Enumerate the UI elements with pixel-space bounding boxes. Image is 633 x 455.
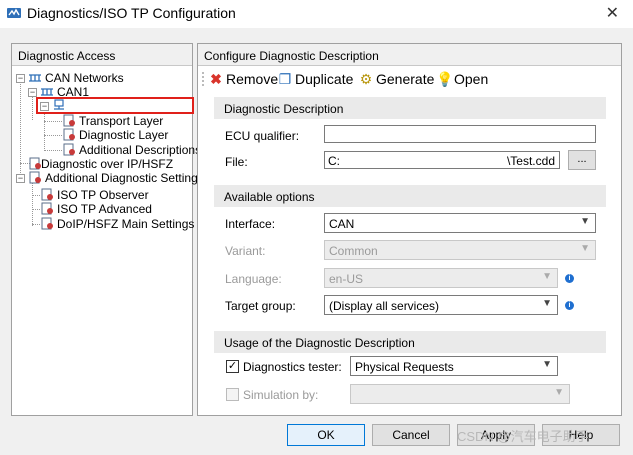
browse-file-button[interactable]: ... — [568, 150, 596, 170]
duplicate-label: Duplicate — [295, 71, 354, 87]
settings-page-icon — [63, 114, 75, 127]
chevron-down-icon: ▼ — [542, 298, 552, 309]
variant-select: Common ▼ — [324, 240, 596, 260]
target-group-value: (Display all services) — [329, 299, 440, 313]
file-path-end: \Test.cdd — [506, 154, 555, 168]
tree-node-diagnostic-layer[interactable]: Diagnostic Layer — [62, 128, 190, 142]
network-icon — [29, 74, 41, 82]
generate-button[interactable]: ⚙ Generate — [358, 71, 435, 88]
diagnostic-access-header: Diagnostic Access — [12, 44, 192, 66]
window-title: Diagnostics/ISO TP Configuration — [27, 5, 236, 21]
settings-page-icon — [41, 217, 53, 230]
collapse-icon[interactable]: − — [28, 88, 37, 97]
chevron-down-icon: ▼ — [554, 387, 564, 398]
duplicate-icon: ❐ — [278, 71, 292, 87]
tree-node-label: Diagnostic over IP/HSFZ — [41, 157, 174, 171]
language-label: Language: — [225, 272, 282, 286]
settings-page-icon — [41, 202, 53, 215]
configure-description-header: Configure Diagnostic Description — [198, 44, 621, 66]
tree-node-diagnostic-over-ip[interactable]: Diagnostic over IP/HSFZ — [28, 157, 192, 171]
language-select: en-US ▼ — [324, 268, 558, 288]
description-toolbar: ✖ Remove ❐ Duplicate ⚙ Generate 💡Open — [198, 67, 621, 91]
target-group-select[interactable]: (Display all services) ▼ — [324, 295, 558, 315]
language-info-icon[interactable]: i — [565, 274, 574, 283]
settings-page-icon — [29, 157, 41, 170]
tree-node-additional-descriptions[interactable]: Additional Descriptions — [62, 143, 201, 157]
cancel-button[interactable]: Cancel — [372, 424, 450, 446]
language-value: en-US — [329, 272, 364, 286]
tree-node-label: Transport Layer — [79, 114, 164, 128]
close-icon[interactable]: ✕ — [606, 3, 619, 23]
open-button[interactable]: 💡Open — [436, 71, 488, 88]
section-usage: Usage of the Diagnostic Description — [214, 331, 606, 353]
tree-node-label: Additional Descriptions — [79, 143, 202, 157]
remove-icon: ✖ — [210, 71, 222, 87]
target-group-label: Target group: — [225, 299, 296, 313]
tree-node-iso-tp-advanced[interactable]: ISO TP Advanced — [40, 202, 190, 216]
tree-node-iso-tp-observer[interactable]: ISO TP Observer — [40, 188, 190, 202]
chevron-down-icon: ▼ — [542, 271, 552, 282]
generate-label: Generate — [376, 71, 435, 87]
tree-node-additional-diagnostic-settings[interactable]: − Additional Diagnostic Settings — [16, 171, 204, 185]
tree-node-label: ISO TP Advanced — [57, 202, 152, 216]
remove-label: Remove — [226, 71, 279, 87]
title-bar: Diagnostics/ISO TP Configuration ✕ — [0, 0, 633, 28]
tree-node-label: DoIP/HSFZ Main Settings — [57, 217, 195, 231]
settings-page-icon — [63, 143, 75, 156]
open-label: Open — [454, 71, 489, 87]
tree-node-doip-hsfz-main-settings[interactable]: DoIP/HSFZ Main Settings — [40, 217, 194, 231]
interface-value: CAN — [329, 217, 355, 231]
configure-description-panel: Configure Diagnostic Description ✖ Remove… — [197, 43, 622, 416]
variant-value: Common — [329, 244, 378, 258]
target-group-info-icon[interactable]: i — [565, 301, 574, 310]
generate-gear-icon: ⚙ — [359, 71, 373, 87]
settings-page-icon — [29, 171, 41, 184]
collapse-icon[interactable]: − — [16, 74, 25, 83]
ecu-qualifier-label: ECU qualifier: — [225, 129, 300, 143]
settings-page-icon — [63, 128, 75, 141]
file-path-input[interactable]: C: \Test.cdd — [324, 151, 560, 169]
simulation-label: Simulation by: — [243, 388, 319, 402]
collapse-icon[interactable]: − — [16, 174, 25, 183]
tree-node-label: CAN Networks — [45, 71, 124, 85]
lightbulb-icon: 💡 — [436, 71, 454, 87]
interface-label: Interface: — [225, 217, 276, 231]
section-available-options: Available options — [214, 185, 606, 207]
simulation-select: ▼ — [350, 384, 570, 404]
tree-node-label: ISO TP Observer — [57, 188, 149, 202]
tree-node-transport-layer[interactable]: Transport Layer — [62, 114, 190, 128]
chevron-down-icon: ▼ — [580, 243, 590, 254]
diagnostics-tester-select[interactable]: Physical Requests ▼ — [350, 356, 558, 376]
csdn-watermark: CSDN @汽车电子助手 — [457, 429, 589, 444]
file-path-start: C: — [328, 154, 340, 168]
chevron-down-icon: ▼ — [580, 216, 590, 227]
remove-button[interactable]: ✖ Remove — [208, 71, 278, 88]
diagnostics-tester-label: Diagnostics tester: — [243, 360, 342, 374]
tree-node-can-networks[interactable]: − CAN Networks — [16, 71, 192, 85]
section-diagnostic-description: Diagnostic Description — [214, 97, 606, 119]
dialog-window: Diagnostics/ISO TP Configuration ✕ Diagn… — [0, 0, 633, 455]
variant-label: Variant: — [225, 244, 266, 258]
ecu-qualifier-input[interactable] — [324, 125, 596, 143]
app-diagnostics-icon — [7, 8, 21, 18]
tree-node-label: Additional Diagnostic Settings — [45, 171, 204, 185]
file-label: File: — [225, 155, 248, 169]
duplicate-button[interactable]: ❐ Duplicate — [277, 71, 354, 88]
diagnostics-tester-value: Physical Requests — [355, 360, 454, 374]
selection-highlight-box — [36, 97, 194, 114]
settings-page-icon — [41, 188, 53, 201]
simulation-checkbox — [226, 388, 239, 401]
ok-button[interactable]: OK — [287, 424, 365, 446]
chevron-down-icon: ▼ — [542, 359, 552, 370]
diagnostics-tester-checkbox[interactable]: ✓ — [226, 360, 239, 373]
interface-select[interactable]: CAN ▼ — [324, 213, 596, 233]
tree-node-label: Diagnostic Layer — [79, 128, 169, 142]
